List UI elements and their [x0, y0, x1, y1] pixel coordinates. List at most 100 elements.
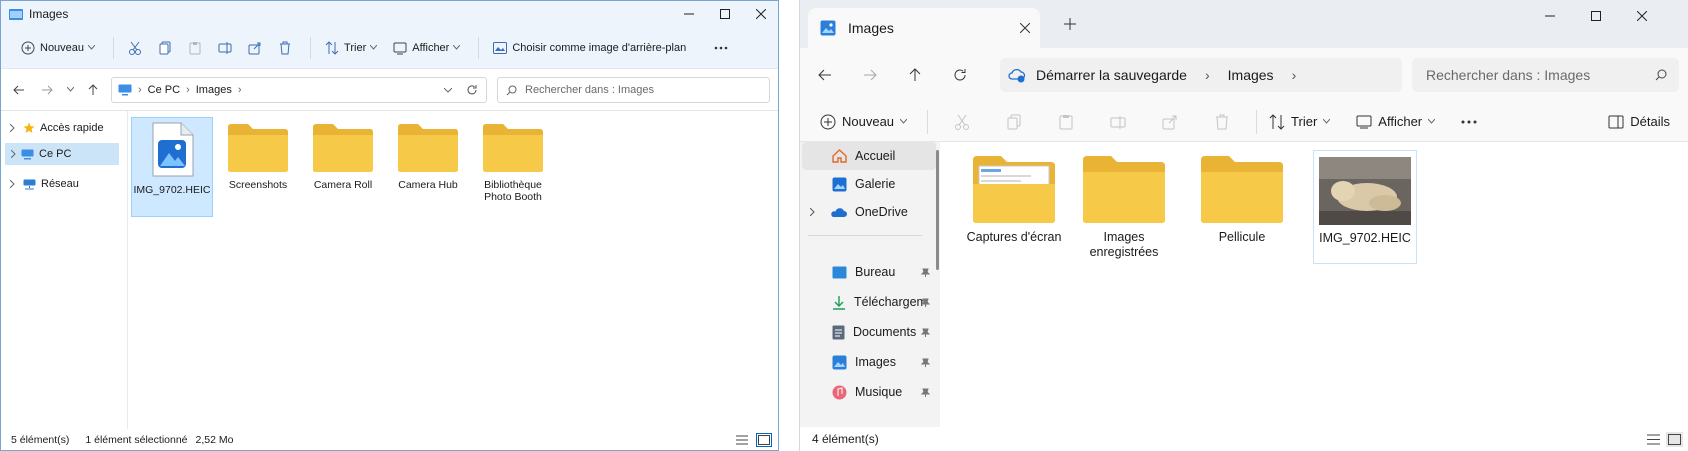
new-tab-icon[interactable]	[1064, 18, 1076, 30]
share-button[interactable]	[1158, 107, 1182, 137]
rename-button[interactable]	[212, 33, 238, 63]
rename-button[interactable]	[1106, 107, 1130, 137]
folder-item[interactable]: Screenshots	[217, 117, 299, 217]
refresh-icon[interactable]	[466, 84, 478, 96]
delete-button[interactable]	[272, 33, 298, 63]
close-button[interactable]	[1619, 0, 1665, 32]
sidebar-item-documents[interactable]: Documents	[802, 318, 936, 346]
cut-button[interactable]	[122, 33, 148, 63]
address-bar[interactable]: Démarrer la sauvegarde › Images ›	[1000, 58, 1402, 92]
details-view-icon[interactable]	[736, 435, 748, 445]
tab-images[interactable]: Images	[808, 8, 1040, 48]
new-button[interactable]: Nouveau	[816, 107, 911, 137]
copy-button[interactable]	[152, 33, 178, 63]
folder-item[interactable]: Camera Roll	[302, 117, 384, 217]
sort-button[interactable]: Trier	[1265, 107, 1334, 137]
large-icons-view-icon[interactable]	[756, 433, 772, 447]
address-bar[interactable]: › Ce PC › Images ›	[111, 77, 487, 103]
recent-locations-button[interactable]	[63, 78, 77, 102]
paste-button[interactable]	[1054, 107, 1078, 137]
sidebar-item-network[interactable]: Réseau	[1, 173, 125, 195]
pin-icon[interactable]	[921, 298, 930, 307]
sidebar-item-label: Accueil	[855, 149, 896, 163]
more-options-button[interactable]	[708, 33, 734, 63]
minimize-button[interactable]	[1527, 0, 1573, 32]
folder-item[interactable]: Captures d'écran	[959, 150, 1069, 268]
item-count: 4 élément(s)	[812, 432, 879, 446]
folder-item[interactable]: Images enregistrées	[1075, 150, 1173, 268]
breadcrumb-item[interactable]: Images	[1228, 67, 1274, 83]
maximize-button[interactable]	[1573, 0, 1619, 32]
sidebar-item-music[interactable]: Musique	[802, 378, 936, 406]
breadcrumb-item[interactable]: Images	[196, 84, 232, 96]
sidebar-item-downloads[interactable]: Téléchargem	[802, 288, 936, 316]
up-button[interactable]	[901, 61, 929, 89]
delete-button[interactable]	[1210, 107, 1234, 137]
pin-icon[interactable]	[921, 268, 930, 277]
download-icon	[832, 295, 846, 310]
sidebar-scrollbar[interactable]	[936, 150, 939, 270]
cut-button[interactable]	[950, 107, 974, 137]
close-button[interactable]	[743, 1, 778, 27]
close-icon	[756, 9, 766, 19]
back-button[interactable]	[7, 78, 31, 102]
pin-icon[interactable]	[921, 388, 930, 397]
arrow-left-icon	[13, 85, 25, 95]
back-button[interactable]	[811, 61, 839, 89]
pin-icon[interactable]	[921, 358, 930, 367]
new-button[interactable]: Nouveau	[15, 33, 101, 63]
sidebar-item-quick-access[interactable]: Accès rapide	[1, 117, 125, 139]
sidebar-item-gallery[interactable]: Galerie	[802, 170, 936, 198]
search-input[interactable]: Rechercher dans : Images	[1412, 58, 1679, 92]
sort-icon	[1269, 113, 1285, 130]
set-as-background-label: Choisir comme image d'arrière-plan	[512, 41, 687, 54]
sidebar-item-home[interactable]: Accueil	[802, 142, 936, 170]
paste-icon	[1058, 114, 1074, 130]
view-button[interactable]: Afficher	[387, 33, 466, 63]
sort-button[interactable]: Trier	[319, 33, 383, 63]
chevron-right-icon[interactable]	[810, 208, 815, 216]
view-button[interactable]: Afficher	[1352, 107, 1439, 137]
chevron-down-icon	[88, 45, 96, 50]
file-name: Screenshots	[228, 179, 288, 191]
file-item[interactable]: IMG_9702.HEIC	[131, 117, 213, 217]
folder-item[interactable]: Bibliothèque Photo Booth	[472, 117, 554, 217]
folder-item[interactable]: Camera Hub	[387, 117, 469, 217]
maximize-button[interactable]	[707, 1, 743, 27]
paste-button[interactable]	[182, 33, 208, 63]
chevron-right-icon[interactable]	[1, 180, 23, 188]
backup-cloud-icon	[1008, 67, 1026, 83]
sidebar-item-desktop[interactable]: Bureau	[802, 258, 936, 286]
forward-button[interactable]	[856, 61, 884, 89]
pin-icon[interactable]	[921, 328, 930, 337]
details-view-icon[interactable]	[1647, 434, 1660, 445]
breadcrumb-item[interactable]: Ce PC	[148, 84, 180, 96]
breadcrumb-separator-icon: ›	[237, 84, 242, 96]
sidebar-item-label: OneDrive	[855, 205, 908, 219]
chevron-right-icon[interactable]	[1, 124, 23, 132]
breadcrumb-item[interactable]: Démarrer la sauvegarde	[1036, 67, 1187, 83]
search-input[interactable]: Rechercher dans : Images	[497, 77, 770, 103]
set-as-background-button[interactable]: Choisir comme image d'arrière-plan	[487, 33, 692, 63]
large-icons-view-icon[interactable]	[1666, 431, 1683, 447]
minimize-button[interactable]	[671, 1, 707, 27]
up-button[interactable]	[81, 78, 105, 102]
refresh-button[interactable]	[946, 61, 974, 89]
sidebar-item-onedrive[interactable]: OneDrive	[802, 198, 936, 226]
address-dropdown-icon[interactable]	[444, 87, 452, 93]
copy-button[interactable]	[1002, 107, 1026, 137]
sidebar-item-images[interactable]: Images	[802, 348, 936, 376]
forward-button[interactable]	[35, 78, 59, 102]
share-button[interactable]	[242, 33, 268, 63]
more-options-button[interactable]	[1457, 107, 1481, 137]
close-tab-icon[interactable]	[1020, 23, 1030, 33]
file-view: IMG_9702.HEIC Screenshots Camera Roll Ca…	[129, 111, 778, 429]
file-item[interactable]: IMG_9702.HEIC	[1313, 150, 1417, 264]
folder-item[interactable]: Pellicule	[1193, 150, 1291, 268]
sidebar-item-label: Galerie	[855, 177, 896, 191]
chevron-right-icon[interactable]	[5, 150, 21, 158]
details-pane-button[interactable]: Détails	[1604, 107, 1674, 137]
sidebar-item-label: Réseau	[41, 178, 79, 190]
sidebar-item-this-pc[interactable]: Ce PC	[5, 143, 119, 165]
sidebar-item-label: Ce PC	[39, 148, 72, 160]
